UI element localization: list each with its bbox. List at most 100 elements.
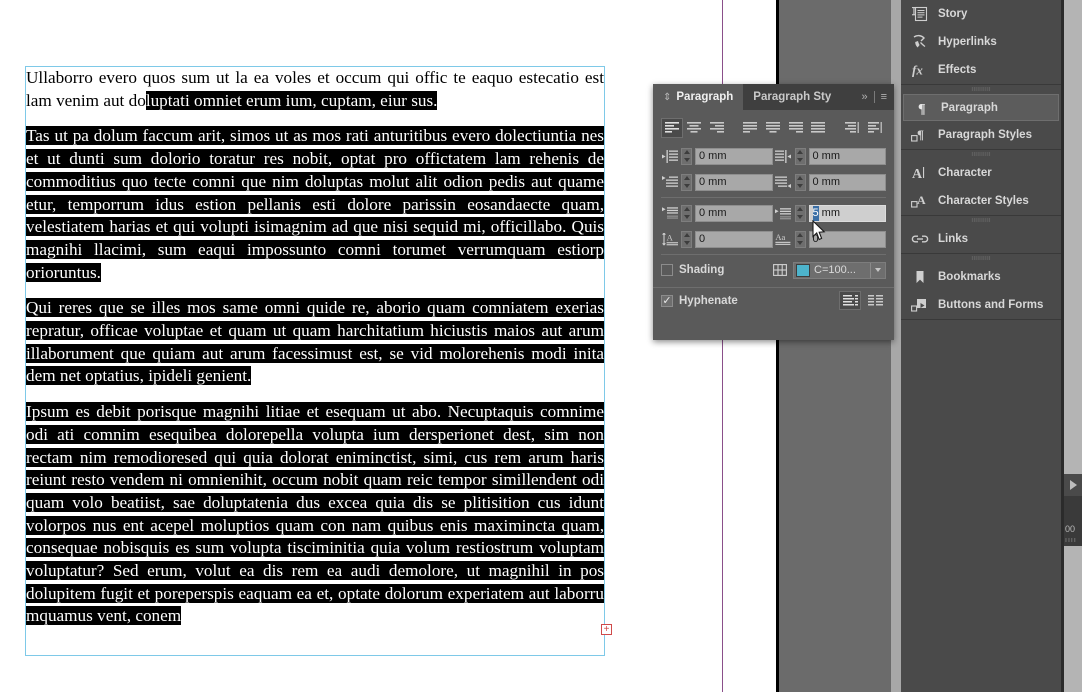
sidebar-item-hyperlinks[interactable]: Hyperlinks (901, 28, 1061, 56)
sidebar-item-paragraph-styles[interactable]: ¶ Paragraph Styles (901, 121, 1061, 149)
stepper-down[interactable] (682, 183, 691, 190)
justify-left-button[interactable] (740, 118, 762, 138)
panel-tab-bar[interactable]: ⇕ Paragraph Paragraph Sty » ≡ (653, 84, 894, 110)
text-run-selected: Qui reres que se illes mos same omni qui… (26, 298, 604, 385)
align-left-button[interactable] (661, 118, 683, 138)
text-frame[interactable]: Ullaborro evero quos sum ut la ea voles … (25, 66, 605, 656)
drop-cap-chars-stepper[interactable] (795, 231, 806, 248)
first-line-indent-stepper[interactable] (681, 174, 692, 191)
left-indent-icon (661, 148, 678, 164)
last-line-indent-field-cell[interactable]: 0 mm (775, 174, 887, 191)
shading-color-select[interactable]: C=100... (793, 262, 886, 279)
stepper-down[interactable] (796, 183, 805, 190)
last-line-indent-stepper[interactable] (795, 174, 806, 191)
right-indent-field-cell[interactable]: 0 mm (775, 148, 887, 165)
right-indent-stepper[interactable] (795, 148, 806, 165)
tab-paragraph[interactable]: ⇕ Paragraph (653, 84, 743, 110)
sidebar-item-character-styles[interactable]: A Character Styles (901, 187, 1061, 215)
drop-cap-chars-field-cell[interactable]: Aa 0 (775, 231, 887, 248)
last-line-indent-input[interactable]: 0 mm (809, 174, 887, 191)
dock-group-grip[interactable]: ıııııııııı (901, 150, 1061, 159)
tab-paragraph-styles[interactable]: Paragraph Sty (743, 84, 841, 110)
space-after-stepper[interactable] (795, 205, 806, 222)
stepper-up[interactable] (682, 149, 691, 156)
grip-dots: ıııııııııı (971, 217, 990, 225)
stepper-down[interactable] (682, 157, 691, 164)
stepper-down[interactable] (796, 214, 805, 221)
dock-group-2: ıııııııııı ¶ Paragraph ¶ Paragraph Style… (901, 85, 1061, 150)
single-line-composer-button[interactable] (864, 291, 886, 310)
sidebar-item-character[interactable]: A Character (901, 159, 1061, 187)
indent-row-2[interactable]: 0 mm 0 mm (661, 171, 886, 193)
stepper-up[interactable] (682, 232, 691, 239)
indent-row-1[interactable]: 0 mm 0 mm (661, 145, 886, 167)
drop-cap-lines-stepper[interactable] (681, 231, 692, 248)
space-after-input[interactable]: 5 mm (809, 205, 887, 222)
document-paragraph-4[interactable]: Ipsum es debit porisque magnihi litiae e… (26, 401, 604, 628)
stepper-up[interactable] (796, 175, 805, 182)
sidebar-item-paragraph[interactable]: ¶ Paragraph (903, 94, 1059, 121)
stepper-up[interactable] (796, 149, 805, 156)
justify-center-button[interactable] (762, 118, 784, 138)
left-indent-input[interactable]: 0 mm (695, 148, 773, 165)
stepper-up[interactable] (682, 175, 691, 182)
left-indent-stepper[interactable] (681, 148, 692, 165)
justify-right-button[interactable] (785, 118, 807, 138)
right-scroll-strip[interactable] (1064, 0, 1082, 692)
paragraph-composer-button[interactable] (839, 291, 861, 310)
buttons-forms-icon (909, 295, 931, 315)
document-paragraph-1[interactable]: Ullaborro evero quos sum ut la ea voles … (26, 67, 604, 112)
align-toward-spine-button[interactable] (841, 118, 863, 138)
text-overflow-indicator[interactable]: + (601, 624, 612, 635)
stepper-up[interactable] (796, 232, 805, 239)
stepper-up[interactable] (682, 206, 691, 213)
align-center-button[interactable] (684, 118, 706, 138)
space-before-field-cell[interactable]: 0 mm (661, 205, 773, 222)
align-right-button[interactable] (706, 118, 728, 138)
sidebar-item-buttons-and-forms[interactable]: Buttons and Forms (901, 291, 1061, 319)
stepper-down[interactable] (682, 214, 691, 221)
space-after-field-cell[interactable]: 5 mm (775, 205, 887, 222)
stepper-down[interactable] (796, 240, 805, 247)
panel-header-controls[interactable]: » ≡ (857, 84, 894, 110)
first-line-indent-input[interactable]: 0 mm (695, 174, 773, 191)
shading-grid-icon[interactable] (773, 264, 787, 276)
shading-row[interactable]: Shading C=100... (661, 259, 886, 281)
collapsed-panel-body[interactable] (1064, 496, 1082, 524)
hyphenate-checkbox[interactable]: ✓ (661, 295, 673, 307)
space-before-stepper[interactable] (681, 205, 692, 222)
document-paragraph-3[interactable]: Qui reres que se illes mos same omni qui… (26, 297, 604, 388)
drop-cap-lines-input[interactable]: 0 (695, 231, 773, 248)
hyphenate-row[interactable]: ✓ Hyphenate (653, 287, 894, 313)
drop-cap-lines-field-cell[interactable]: A 0 (661, 231, 773, 248)
first-line-indent-field-cell[interactable]: 0 mm (661, 174, 773, 191)
align-away-from-spine-button[interactable] (863, 118, 885, 138)
stepper-down[interactable] (682, 240, 691, 247)
chevron-down-icon[interactable] (870, 263, 885, 278)
sidebar-item-label: Links (938, 233, 968, 245)
panel-menu-icon[interactable]: ≡ (881, 91, 887, 103)
shading-checkbox[interactable] (661, 264, 673, 276)
dock-group-grip[interactable]: ıııııııııı (901, 216, 1061, 225)
sidebar-item-bookmarks[interactable]: Bookmarks (901, 263, 1061, 291)
dock-group-grip[interactable]: ıııııııııı (901, 85, 1061, 94)
sidebar-item-story[interactable]: Story (901, 0, 1061, 28)
stepper-up[interactable] (796, 206, 805, 213)
sidebar-item-links[interactable]: Links (901, 225, 1061, 253)
spacing-row-1[interactable]: 0 mm 5 mm (661, 202, 886, 224)
collapse-double-arrow-icon[interactable]: » (861, 91, 867, 103)
stepper-down[interactable] (796, 157, 805, 164)
dock-group-grip[interactable]: ıııııııııı (901, 254, 1061, 263)
drop-cap-row[interactable]: A 0 Aa 0 (661, 228, 886, 250)
right-indent-input[interactable]: 0 mm (809, 148, 887, 165)
alignment-button-group[interactable] (661, 117, 886, 139)
space-before-input[interactable]: 0 mm (695, 205, 773, 222)
document-paragraph-2[interactable]: Tas ut pa dolum faccum arit, simos ut as… (26, 125, 604, 284)
sidebar-item-effects[interactable]: fx Effects (901, 56, 1061, 84)
justify-all-button[interactable] (807, 118, 829, 138)
panel-dock[interactable]: Story Hyperlinks fx Effects ıııııııııı ¶… (901, 0, 1061, 692)
paragraph-panel[interactable]: ⇕ Paragraph Paragraph Sty » ≡ (653, 84, 894, 340)
sidebar-item-label: Paragraph (941, 102, 998, 114)
expand-arrow-right-icon[interactable] (1064, 474, 1082, 496)
left-indent-field-cell[interactable]: 0 mm (661, 148, 773, 165)
